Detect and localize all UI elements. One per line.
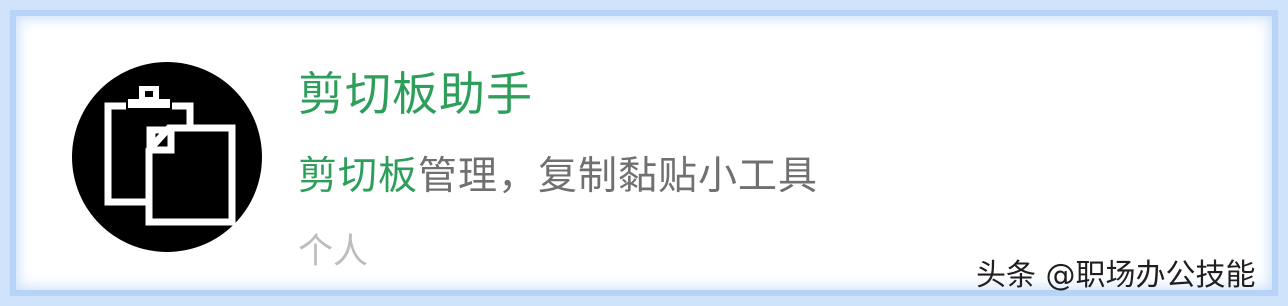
description-rest: 管理，复制黏贴小工具 (418, 154, 819, 199)
app-avatar[interactable] (72, 62, 262, 252)
watermark-text: 头条 @职场办公技能 (976, 258, 1256, 293)
clipboard-icon (104, 86, 236, 226)
description-highlight: 剪切板 (298, 154, 419, 199)
app-title[interactable]: 剪切板助手 (298, 66, 533, 122)
app-description: 剪切板管理，复制黏贴小工具 (298, 152, 818, 202)
owner-type-label: 个人 (298, 232, 369, 272)
